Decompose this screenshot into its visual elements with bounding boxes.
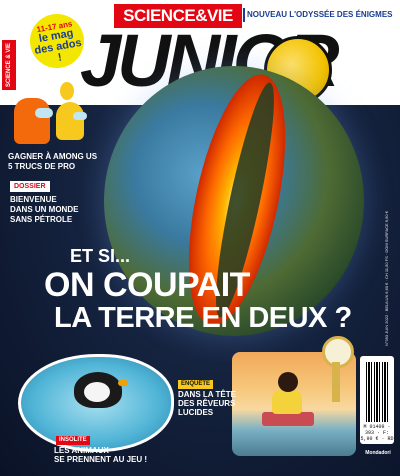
dossier-line: BIENVENUE bbox=[10, 195, 57, 204]
barcode-code: M 01409 · 393 · F: 5,90 € · RD bbox=[360, 424, 394, 442]
tagline: NOUVEAU L'ODYSSÉE DES ÉNIGMES bbox=[247, 10, 393, 19]
clock-tower bbox=[332, 362, 340, 402]
headline-line-1: ET SI... bbox=[70, 246, 131, 266]
balloon-icon bbox=[60, 82, 74, 100]
animals-teaser: LES ANIMAUX SE PRENNENT AU JEU ! bbox=[54, 446, 184, 464]
magazine-cover: SCIENCE & VIE 11-17 ans le mag des ados … bbox=[0, 0, 400, 476]
dreamers-tag: ENQUÊTE bbox=[178, 380, 214, 389]
bench-illustration bbox=[262, 412, 314, 426]
dreamers-teaser: DANS LA TÊTE DES RÊVEURS LUCIDES bbox=[178, 390, 258, 417]
dossier-line: SANS PÉTROLE bbox=[10, 215, 73, 224]
kid-head bbox=[278, 372, 298, 392]
animals-line: LES ANIMAUX bbox=[54, 446, 109, 455]
dossier-line: DANS UN MONDE bbox=[10, 205, 79, 214]
dossier-tag: DOSSIER bbox=[10, 181, 50, 192]
dreamers-line: DANS LA TÊTE bbox=[178, 390, 236, 399]
crewmate-yellow-icon bbox=[56, 102, 87, 140]
barcode-bars bbox=[366, 362, 388, 422]
animals-line: SE PRENNENT AU JEU ! bbox=[54, 455, 148, 464]
dreamers-line: DES RÊVEURS bbox=[178, 399, 236, 408]
dossier-teaser: BIENVENUE DANS UN MONDE SANS PÉTROLE bbox=[10, 195, 110, 225]
kid-body bbox=[272, 390, 302, 414]
crewmate-orange-icon bbox=[14, 98, 53, 144]
side-brand-label: SCIENCE & VIE bbox=[2, 40, 16, 90]
headline-line-3: LA TERRE EN DEUX ? bbox=[54, 302, 352, 334]
animals-tag: INSOLITE bbox=[56, 436, 90, 445]
penguin-belly bbox=[84, 382, 110, 402]
publisher-logo: Mondadori bbox=[365, 450, 391, 456]
among-us-teaser: GAGNER À AMONG US 5 TRUCS DE PRO bbox=[8, 152, 108, 172]
headline-line-2: ON COUPAIT bbox=[44, 266, 250, 304]
dreamers-line: LUCIDES bbox=[178, 408, 214, 417]
penguin-beak bbox=[118, 380, 128, 386]
among-us-line: 5 TRUCS DE PRO bbox=[8, 162, 76, 171]
issue-info: N°393 JUIN 2022 · BEL/LUX 6,60 € · CH 11… bbox=[384, 211, 389, 346]
among-us-line: GAGNER À AMONG US bbox=[8, 152, 98, 161]
